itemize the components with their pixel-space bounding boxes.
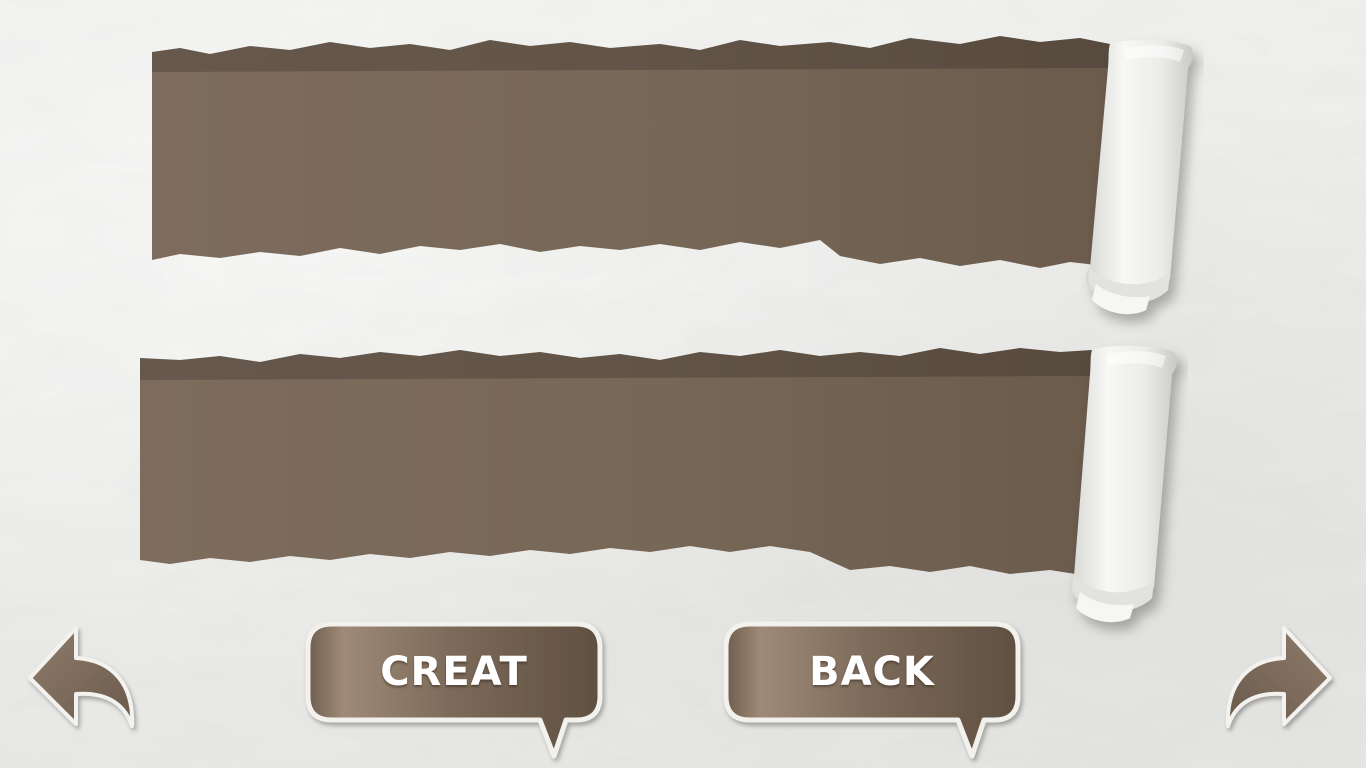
create-button-label: CREAT [380,649,528,695]
back-button-label: BACK [809,649,935,695]
curved-arrow-right-icon [1225,626,1332,728]
name-slot-2[interactable] [130,338,1200,638]
next-button[interactable] [1222,622,1334,734]
previous-button[interactable] [26,622,138,734]
create-button[interactable]: CREAT [304,620,604,760]
slot-2-fill [140,348,1092,576]
curved-arrow-left-icon [28,626,135,728]
back-button[interactable]: BACK [722,620,1022,760]
name-slot-1[interactable] [140,28,1210,328]
